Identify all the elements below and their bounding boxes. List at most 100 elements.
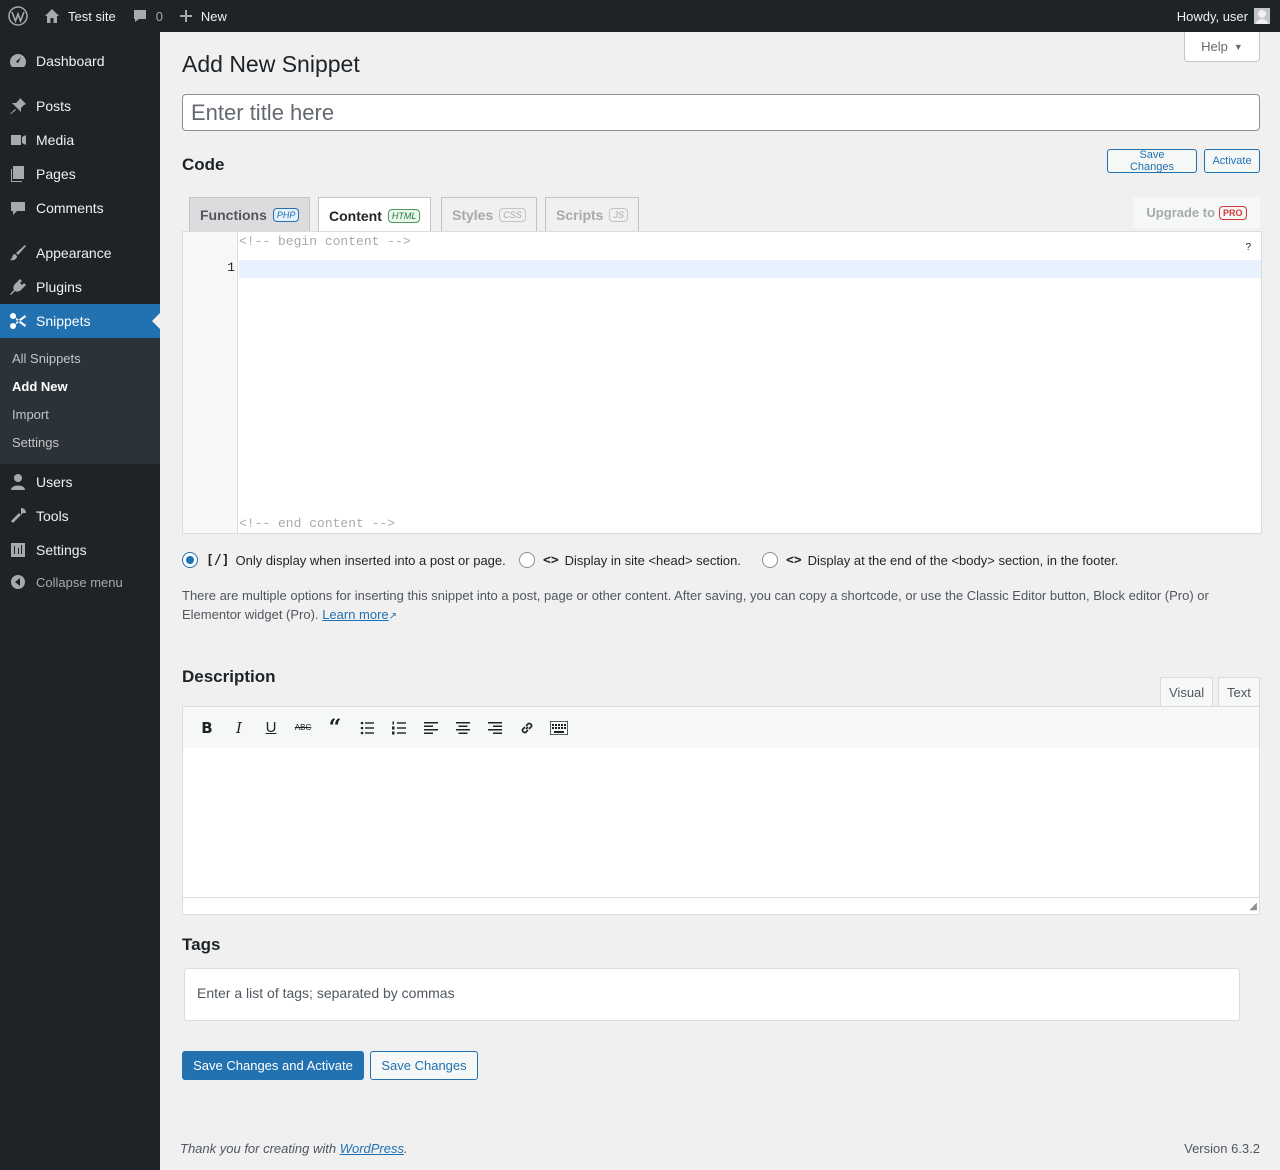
upgrade-to-pro-button[interactable]: Upgrade to PRO <box>1133 197 1260 228</box>
tab-badge: HTML <box>387 208 421 223</box>
save-changes-small-button[interactable]: Save Changes <box>1107 149 1197 173</box>
tags-box <box>184 968 1240 1021</box>
sidebar-item-plugins[interactable]: Plugins <box>0 270 160 304</box>
tab-label: Scripts <box>556 207 604 223</box>
wordpress-logo-icon[interactable] <box>0 0 36 32</box>
italic-icon[interactable]: I <box>223 714 255 742</box>
submenu-import[interactable]: Import <box>12 407 49 422</box>
sidebar-item-settings[interactable]: Settings <box>0 533 160 567</box>
pro-badge: PRO <box>1219 205 1247 220</box>
line-number: 1 <box>227 260 235 275</box>
wordpress-link[interactable]: WordPress <box>340 1141 404 1156</box>
submenu-all-snippets[interactable]: All Snippets <box>12 351 81 366</box>
scope-option-footer[interactable]: <> Display at the end of the <body> sect… <box>762 552 1118 568</box>
sidebar-item-label: Tools <box>36 508 69 524</box>
code-heading: Code <box>182 155 225 174</box>
user-account-menu[interactable]: Howdy, user <box>1169 0 1280 32</box>
align-right-icon[interactable] <box>479 714 511 742</box>
code-brackets-icon: <> <box>786 552 802 568</box>
tab-visual[interactable]: Visual <box>1160 677 1214 707</box>
user-icon <box>0 473 36 491</box>
description-editor[interactable] <box>182 748 1260 898</box>
code-editor[interactable]: 1 <!-- begin content --> <!-- end conten… <box>182 231 1262 534</box>
scope-option-head[interactable]: <> Display in site <head> section. <box>519 552 741 568</box>
dashboard-icon <box>0 52 36 70</box>
sidebar-item-tools[interactable]: Tools <box>0 499 160 533</box>
sidebar-item-label: Posts <box>36 98 72 114</box>
scissors-icon <box>0 312 36 330</box>
sidebar-item-posts[interactable]: Posts <box>0 89 160 123</box>
sidebar-item-users[interactable]: Users <box>0 465 160 499</box>
tab-badge: CSS <box>499 208 526 222</box>
activate-button[interactable]: Activate <box>1204 149 1260 173</box>
link-icon[interactable] <box>511 714 543 742</box>
numbered-list-icon[interactable] <box>383 714 415 742</box>
tab-label: Styles <box>452 207 494 223</box>
sidebar-item-label: Dashboard <box>36 53 105 69</box>
underline-icon[interactable]: U <box>255 714 287 742</box>
tab-scripts[interactable]: Scripts JS <box>545 197 639 232</box>
upgrade-label: Upgrade to <box>1146 205 1216 220</box>
tab-functions[interactable]: Functions PHP <box>189 197 311 232</box>
pin-icon <box>0 97 36 115</box>
tab-styles[interactable]: Styles CSS <box>441 197 537 232</box>
editor-toolbar: B I U ABC “ <box>182 706 1260 749</box>
scope-label: Only display when inserted into a post o… <box>235 552 506 568</box>
save-and-activate-button[interactable]: Save Changes and Activate <box>182 1051 364 1080</box>
sidebar-item-media[interactable]: Media <box>0 123 160 157</box>
sidebar-item-label: Media <box>36 132 75 148</box>
scope-option-content[interactable]: [/] Only display when inserted into a po… <box>182 552 506 568</box>
settings-icon <box>0 541 36 559</box>
sidebar-item-pages[interactable]: Pages <box>0 157 160 191</box>
editor-status-bar: ◢ <box>182 897 1260 915</box>
sidebar-item-comments[interactable]: Comments <box>0 191 160 225</box>
sidebar-item-label: Settings <box>36 542 87 558</box>
help-button[interactable]: Help ▼ <box>1184 32 1260 62</box>
submenu-settings[interactable]: Settings <box>12 435 59 450</box>
comments-link[interactable]: 0 <box>124 0 171 32</box>
avatar <box>1254 8 1270 24</box>
sidebar-item-label: Users <box>36 474 73 490</box>
bullet-list-icon[interactable] <box>351 714 383 742</box>
align-left-icon[interactable] <box>415 714 447 742</box>
site-name-link[interactable]: Test site <box>36 0 124 32</box>
toolbar-toggle-icon[interactable] <box>543 714 575 742</box>
code-brackets-icon: <> <box>543 552 559 568</box>
tab-label: Content <box>329 207 382 224</box>
editor-help-icon[interactable]: ? <box>1245 242 1251 253</box>
resize-handle-icon[interactable]: ◢ <box>1249 901 1257 912</box>
strikethrough-icon[interactable]: ABC <box>287 714 319 742</box>
admin-bar: Test site 0 New Howdy, user <box>0 0 1280 32</box>
plus-icon <box>179 10 192 22</box>
tab-text[interactable]: Text <box>1218 677 1260 707</box>
active-line <box>239 260 1261 278</box>
new-content-link[interactable]: New <box>171 0 235 32</box>
tags-input[interactable] <box>197 985 1197 1001</box>
bold-icon[interactable]: B <box>191 714 223 742</box>
sidebar-item-dashboard[interactable]: Dashboard <box>0 44 160 78</box>
save-changes-button[interactable]: Save Changes <box>370 1051 478 1080</box>
new-label: New <box>200 8 227 24</box>
sidebar-item-appearance[interactable]: Appearance <box>0 236 160 270</box>
tags-heading: Tags <box>182 935 221 954</box>
snippet-title-input[interactable] <box>182 94 1260 131</box>
description-heading: Description <box>182 667 276 686</box>
begin-comment: <!-- begin content --> <box>239 234 411 249</box>
learn-more-link[interactable]: Learn more <box>322 607 388 622</box>
collapse-menu-button[interactable]: Collapse menu <box>0 565 160 599</box>
sidebar-item-snippets[interactable]: Snippets <box>0 304 160 338</box>
align-center-icon[interactable] <box>447 714 479 742</box>
scope-radio[interactable] <box>519 552 535 568</box>
pages-icon <box>0 165 36 183</box>
help-label: Help <box>1201 39 1228 54</box>
comment-icon <box>0 199 36 217</box>
scope-radio[interactable] <box>762 552 778 568</box>
scope-radio[interactable] <box>182 552 198 568</box>
tab-content[interactable]: Content HTML <box>318 197 432 233</box>
blockquote-icon[interactable]: “ <box>319 714 351 742</box>
submenu-add-new[interactable]: Add New <box>12 379 68 394</box>
scope-description: There are multiple options for inserting… <box>182 586 1242 626</box>
caret-down-icon: ▼ <box>1233 41 1243 52</box>
footer-version: Version 6.3.2 <box>1184 1141 1260 1156</box>
sidebar-item-label: Appearance <box>36 245 112 261</box>
